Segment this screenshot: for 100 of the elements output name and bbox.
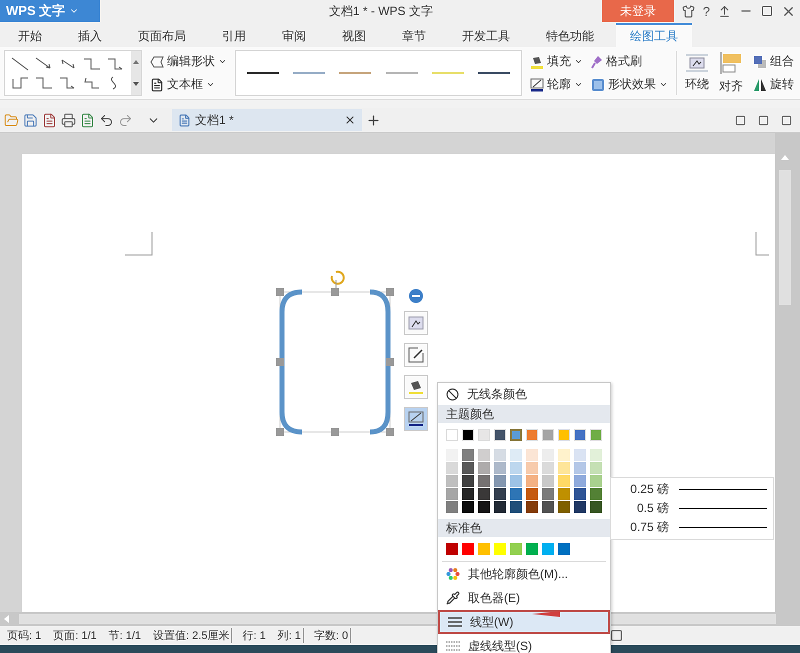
outline-button[interactable]: 轮廓 — [528, 76, 586, 93]
color-swatch[interactable] — [542, 462, 554, 474]
color-swatch[interactable] — [462, 501, 474, 513]
scrollbar-thumb[interactable] — [779, 170, 791, 305]
color-swatch[interactable] — [526, 475, 538, 487]
color-swatch[interactable] — [526, 543, 538, 555]
connector-shape-icon[interactable] — [9, 56, 31, 72]
color-swatch[interactable] — [590, 501, 602, 513]
color-swatch[interactable] — [478, 462, 490, 474]
color-swatch[interactable] — [510, 501, 522, 513]
connector-shape-icon[interactable] — [81, 56, 103, 72]
color-swatch[interactable] — [526, 488, 538, 500]
color-swatch[interactable] — [558, 462, 570, 474]
wrap-layout-button[interactable] — [404, 311, 428, 335]
color-swatch[interactable] — [462, 449, 474, 461]
color-swatch[interactable] — [558, 501, 570, 513]
color-swatch[interactable] — [462, 462, 474, 474]
scroll-up-icon[interactable] — [133, 60, 139, 64]
no-line-color-item[interactable]: 无线条颜色 — [438, 383, 610, 405]
color-swatch[interactable] — [558, 543, 570, 555]
group-button[interactable]: 组合 — [751, 53, 796, 70]
color-swatch[interactable] — [478, 449, 490, 461]
app-menu-button[interactable]: WPS 文字 — [0, 0, 100, 22]
wrap-button[interactable]: 环绕 — [683, 54, 711, 92]
ribbon-tab[interactable]: 审阅 — [268, 23, 320, 47]
new-tab-icon[interactable] — [366, 112, 381, 128]
menu-item[interactable]: 线型(W) — [438, 610, 610, 634]
color-swatch[interactable] — [526, 449, 538, 461]
help-button[interactable]: ? — [698, 1, 714, 21]
color-swatch[interactable] — [494, 449, 506, 461]
menu-item[interactable]: 取色器(E) — [438, 586, 610, 610]
scroll-left-icon[interactable] — [4, 615, 9, 623]
color-swatch[interactable] — [526, 462, 538, 474]
close-tab-icon[interactable] — [344, 114, 356, 126]
ribbon-tab[interactable]: 特色功能 — [532, 23, 608, 47]
outline-mini-button[interactable] — [404, 407, 428, 431]
color-swatch[interactable] — [542, 475, 554, 487]
align-button[interactable]: 对齐 — [717, 52, 745, 94]
undo-icon[interactable] — [99, 112, 114, 128]
color-swatch[interactable] — [510, 449, 522, 461]
color-swatch[interactable] — [590, 449, 602, 461]
save-icon[interactable] — [23, 112, 38, 128]
color-swatch[interactable] — [574, 501, 586, 513]
scroll-up-icon[interactable] — [781, 155, 789, 160]
color-swatch[interactable] — [574, 488, 586, 500]
menu-item[interactable]: 其他轮廓颜色(M)... — [438, 562, 610, 586]
color-swatch[interactable] — [542, 449, 554, 461]
print-preview-icon[interactable] — [80, 112, 95, 128]
line-weight-item[interactable]: 0.5 磅 — [611, 500, 773, 517]
color-swatch[interactable] — [510, 462, 522, 474]
color-swatch[interactable] — [462, 488, 474, 500]
document-tab[interactable]: 文档1 * — [172, 109, 362, 131]
edit-shape-button[interactable]: 编辑形状 — [148, 53, 229, 70]
color-swatch[interactable] — [558, 449, 570, 461]
color-swatch[interactable] — [574, 449, 586, 461]
shape-effects-button[interactable]: 形状效果 — [589, 76, 670, 93]
line-style-option[interactable] — [478, 71, 510, 75]
edit-shape-mini-button[interactable] — [404, 343, 428, 367]
color-swatch[interactable] — [558, 475, 570, 487]
line-style-option[interactable] — [247, 71, 280, 75]
color-swatch[interactable] — [510, 475, 522, 487]
ribbon-tab[interactable]: 页面布局 — [124, 23, 200, 47]
color-swatch[interactable] — [558, 488, 570, 500]
color-swatch[interactable] — [542, 488, 554, 500]
print-icon[interactable] — [61, 112, 76, 128]
connector-shape-icon[interactable] — [33, 74, 55, 90]
color-swatch[interactable] — [478, 501, 490, 513]
text-box-button[interactable]: 文本框 — [148, 76, 229, 93]
options-icon[interactable] — [781, 114, 792, 126]
rotate-button[interactable]: 旋转 — [751, 76, 796, 93]
open-folder-icon[interactable] — [4, 112, 19, 128]
color-swatch[interactable] — [542, 543, 554, 555]
ribbon-tab[interactable]: 视图 — [328, 23, 380, 47]
color-swatch[interactable] — [494, 501, 506, 513]
scroll-down-icon[interactable] — [133, 82, 139, 86]
color-swatch[interactable] — [462, 475, 474, 487]
color-swatch[interactable] — [590, 475, 602, 487]
ribbon-tab[interactable]: 开始 — [4, 23, 56, 47]
color-swatch[interactable] — [574, 462, 586, 474]
fill-button[interactable]: 填充 — [528, 53, 586, 70]
format-painter-button[interactable]: 格式刷 — [589, 53, 644, 70]
gallery-scrollbar[interactable] — [131, 51, 141, 95]
color-swatch[interactable] — [526, 501, 538, 513]
view-icon[interactable] — [735, 114, 746, 126]
color-swatch[interactable] — [446, 501, 458, 513]
menu-item[interactable]: 虚线线型(S) — [438, 634, 610, 653]
color-swatch[interactable] — [590, 488, 602, 500]
color-swatch[interactable] — [494, 475, 506, 487]
ribbon-tab[interactable]: 章节 — [388, 23, 440, 47]
color-swatch[interactable] — [478, 488, 490, 500]
fill-mini-button[interactable] — [404, 375, 428, 399]
color-swatch[interactable] — [446, 543, 458, 555]
color-swatch[interactable] — [446, 462, 458, 474]
color-swatch[interactable] — [590, 462, 602, 474]
color-swatch[interactable] — [510, 543, 522, 555]
collapse-icon[interactable] — [409, 289, 423, 303]
color-swatch[interactable] — [494, 543, 506, 555]
color-swatch[interactable] — [446, 475, 458, 487]
color-swatch[interactable] — [494, 488, 506, 500]
ribbon-tab[interactable]: 绘图工具 — [616, 23, 692, 47]
